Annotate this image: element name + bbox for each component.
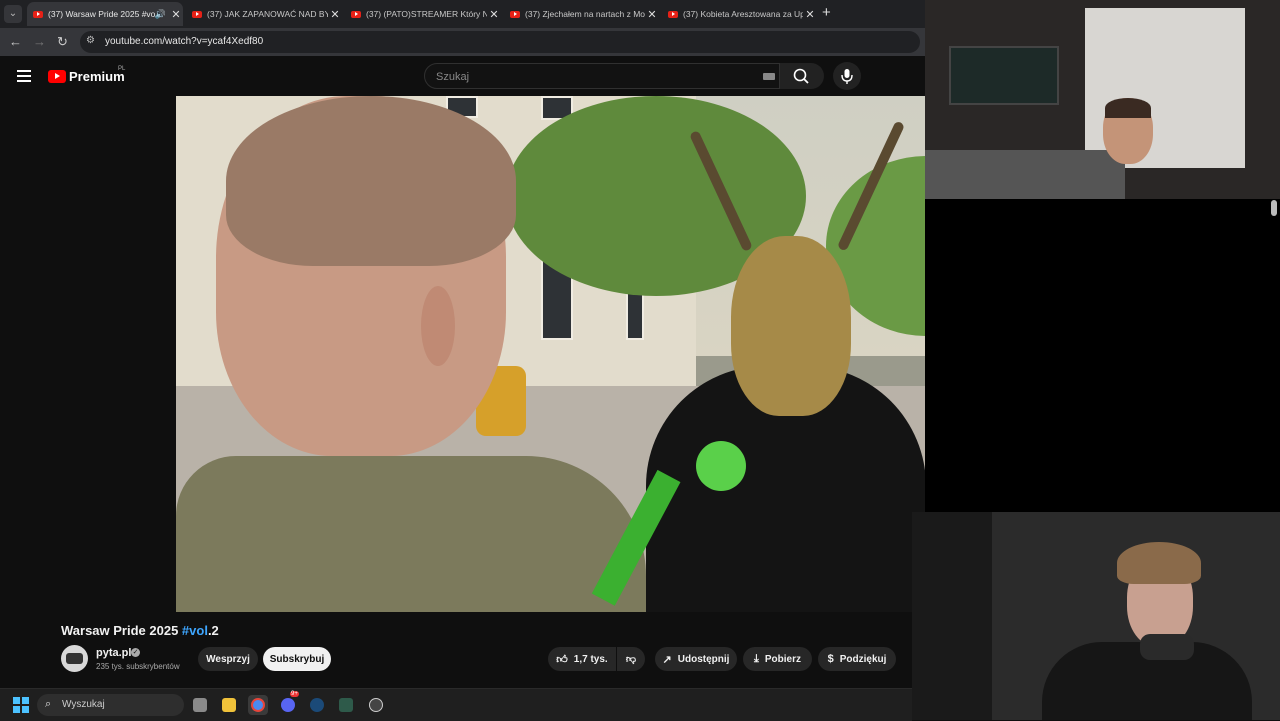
tab-title: (37) JAK ZAPANOWAĆ NAD BY: [207, 9, 328, 19]
search-icon: [793, 68, 809, 84]
title-text: Warsaw Pride 2025: [61, 623, 182, 638]
tab-title: (37) Zjechałem na nartach z Mo: [525, 9, 645, 19]
taskbar-search-box[interactable]: ⌕ Wyszukaj: [37, 694, 184, 716]
webcam-hair: [1105, 98, 1151, 118]
tab-title: (37) (PATO)STREAMER Który Ni: [366, 9, 487, 19]
close-tab-icon[interactable]: ✕: [803, 8, 817, 21]
thumbs-down-icon: 👎︎: [625, 654, 637, 665]
file-explorer-icon[interactable]: [219, 695, 239, 715]
share-button[interactable]: ↗ Udostępnij: [655, 647, 737, 671]
search-input[interactable]: [434, 70, 738, 84]
browser-tab[interactable]: (37) Warsaw Pride 2025 #vo 🔊 ✕: [27, 2, 183, 26]
browser-tab-bar: ⌄ (37) Warsaw Pride 2025 #vo 🔊 ✕ (37) JA…: [0, 0, 925, 28]
browser-tab[interactable]: (37) Kobieta Aresztowana za Up ✕: [662, 2, 817, 26]
task-view-icon[interactable]: [190, 695, 210, 715]
video-title: Warsaw Pride 2025 #vol.2: [61, 623, 219, 638]
video-interviewer-hair: [226, 96, 516, 266]
dislike-button[interactable]: 👎︎: [617, 647, 645, 671]
video-interviewer-ear: [421, 286, 455, 366]
url-text[interactable]: youtube.com/watch?v=ycaf4Xedf80: [105, 36, 263, 47]
subscriber-count: 235 tys. subskrybentów: [96, 662, 180, 671]
new-tab-button[interactable]: +: [822, 4, 831, 21]
webcam-microphone: [1140, 634, 1194, 660]
site-info-icon[interactable]: ⚙: [86, 35, 95, 46]
hamburger-menu-icon[interactable]: [17, 70, 31, 82]
close-tab-icon[interactable]: ✕: [169, 8, 183, 21]
address-bar-row: ← → ↻ ⚙ youtube.com/watch?v=ycaf4Xedf80: [0, 28, 925, 56]
channel-name[interactable]: pyta.pl: [96, 647, 131, 659]
youtube-favicon-icon: [668, 10, 678, 18]
streamer-webcam-bottom: [912, 512, 1280, 720]
like-count: 1,7 tys.: [573, 653, 608, 665]
close-tab-icon[interactable]: ✕: [645, 8, 659, 21]
youtube-logo[interactable]: Premium PL: [48, 66, 126, 84]
chrome-icon[interactable]: [248, 695, 268, 715]
channel-avatar[interactable]: [61, 645, 88, 672]
thanks-dollar-icon: $: [827, 653, 834, 665]
browser-tab[interactable]: (37) (PATO)STREAMER Który Ni ✕: [345, 2, 501, 26]
thanks-button[interactable]: $ Podziękuj: [818, 647, 896, 671]
youtube-play-icon: [48, 70, 66, 83]
forward-arrow-icon[interactable]: →: [33, 34, 46, 49]
back-arrow-icon[interactable]: ←: [9, 34, 22, 49]
browser-tab[interactable]: (37) JAK ZAPANOWAĆ NAD BY ✕: [186, 2, 342, 26]
youtube-favicon-icon: [192, 10, 202, 18]
speaker-icon[interactable]: 🔊: [155, 9, 166, 20]
subscribe-button[interactable]: Subskrybuj: [263, 647, 331, 671]
discord-icon[interactable]: 9+: [278, 691, 299, 715]
scrollbar-thumb[interactable]: [1271, 200, 1277, 216]
video-player[interactable]: [176, 96, 925, 612]
youtube-header: Premium PL: [0, 56, 925, 96]
keyboard-icon[interactable]: [763, 73, 775, 80]
voice-search-button[interactable]: [833, 62, 861, 90]
windows-taskbar: ⌕ Wyszukaj 9+: [0, 688, 912, 721]
join-button[interactable]: Wesprzyj: [198, 647, 258, 671]
steam-icon[interactable]: [307, 695, 327, 715]
youtube-favicon-icon: [351, 10, 361, 18]
youtube-favicon-icon: [510, 10, 520, 18]
webcam-aquarium: [949, 46, 1059, 105]
logo-region: PL: [118, 66, 126, 72]
tab-title: (37) Kobieta Aresztowana za Up: [683, 9, 803, 19]
video-skull-mask: [731, 236, 851, 416]
taskbar-search-label: Wyszukaj: [62, 699, 105, 710]
webcam-hair: [1117, 542, 1201, 584]
secondary-area: [925, 199, 1280, 512]
search-box[interactable]: [424, 63, 780, 89]
youtube-favicon-icon: [33, 10, 43, 18]
search-button[interactable]: [780, 63, 824, 89]
microphone-icon: [841, 69, 853, 84]
tab-list-chevron-icon[interactable]: ⌄: [4, 5, 22, 23]
windows-start-icon[interactable]: [13, 697, 29, 713]
share-label: Udostępnij: [677, 653, 730, 665]
video-interviewer-shirt: [176, 456, 646, 612]
logo-text: Premium: [69, 69, 125, 84]
download-icon: ⤓: [754, 652, 759, 665]
share-icon: ↗: [662, 653, 672, 666]
download-label: Pobierz: [764, 653, 801, 665]
like-button[interactable]: 👍︎ 1,7 tys.: [548, 647, 616, 671]
download-button[interactable]: ⤓ Pobierz: [743, 647, 812, 671]
title-hashtag[interactable]: #vol: [182, 623, 208, 638]
reload-icon[interactable]: ↻: [57, 34, 68, 50]
close-tab-icon[interactable]: ✕: [328, 8, 342, 21]
verified-icon: ✓: [131, 648, 140, 657]
close-tab-icon[interactable]: ✕: [487, 8, 501, 21]
thumbs-up-icon: 👍︎: [556, 653, 568, 666]
streamer-webcam-top: [925, 0, 1280, 199]
browser-tab[interactable]: (37) Zjechałem na nartach z Mo ✕: [504, 2, 659, 26]
obs-icon[interactable]: [366, 695, 386, 715]
tab-title: (37) Warsaw Pride 2025 #vo: [48, 9, 155, 19]
video-microphone: [696, 441, 746, 491]
title-suffix: .2: [207, 623, 219, 638]
webcam-desk: [925, 150, 1125, 199]
thanks-label: Podziękuj: [839, 653, 887, 665]
omnibox[interactable]: ⚙ youtube.com/watch?v=ycaf4Xedf80: [80, 31, 920, 53]
search-icon: ⌕: [45, 698, 52, 710]
notification-badge: 9+: [290, 691, 299, 697]
xbox-icon[interactable]: [336, 695, 356, 715]
